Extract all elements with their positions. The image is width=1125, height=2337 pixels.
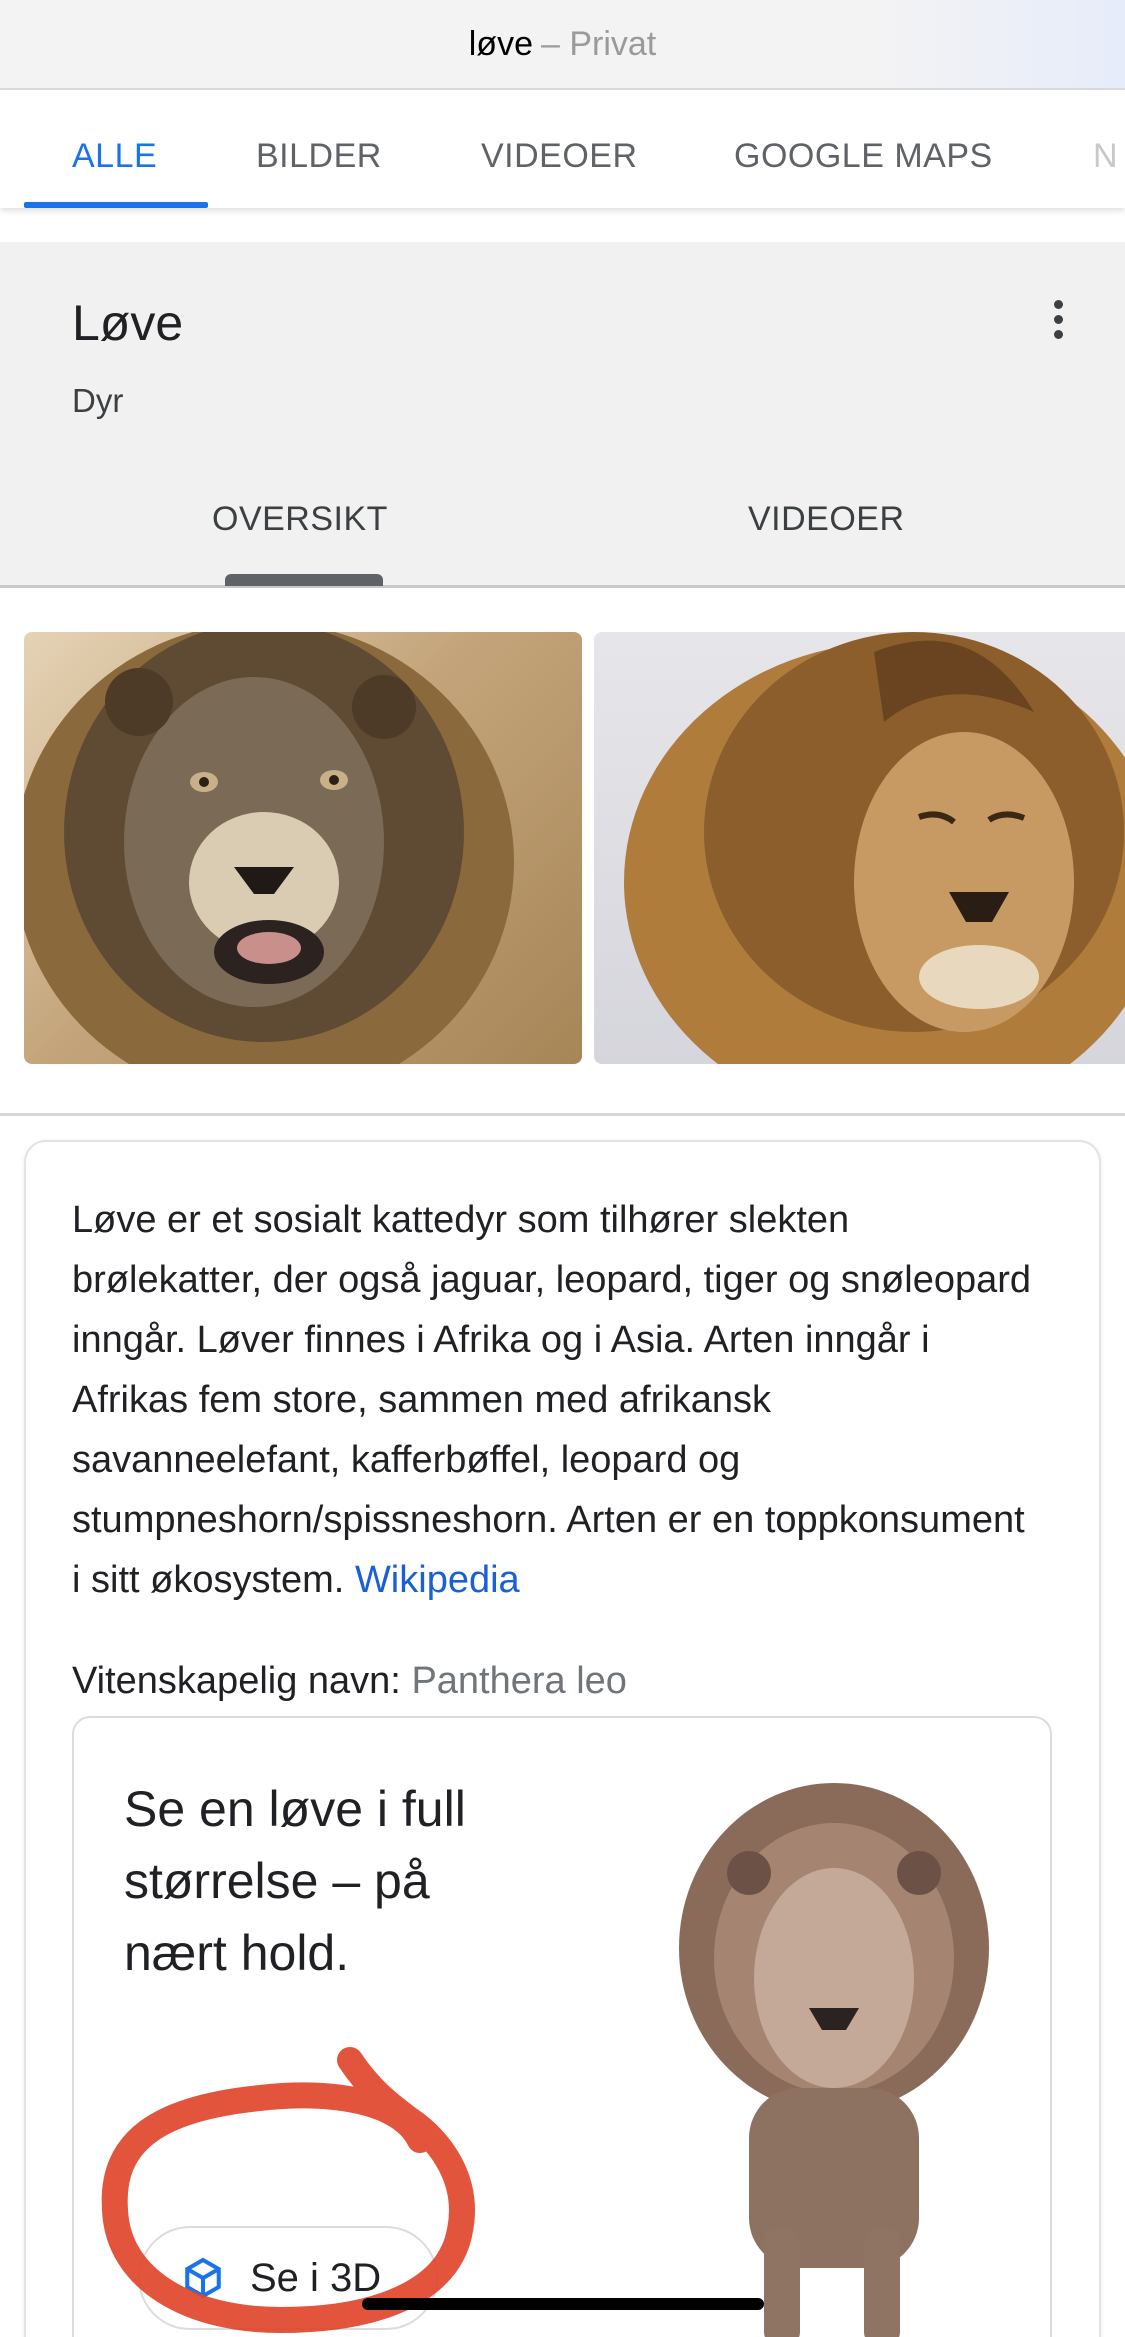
address-bar[interactable]: løve – Privat: [0, 0, 1125, 90]
description-body: Løve er et sosialt kattedyr som tilhører…: [72, 1199, 1032, 1601]
panel-tab-indicator: [225, 574, 383, 586]
scientific-name-value: Panthera leo: [411, 1660, 627, 1702]
tab-videoer[interactable]: VIDEOER: [481, 137, 638, 176]
lion-face-illustration: [24, 632, 514, 1064]
tab-oversikt[interactable]: OVERSIKT: [212, 500, 388, 539]
tab-bilder[interactable]: BILDER: [256, 137, 382, 176]
section-divider: [0, 1113, 1125, 1116]
entity-subtitle: Dyr: [72, 382, 124, 419]
tab-news-partial[interactable]: N: [1093, 137, 1118, 176]
wikipedia-link[interactable]: Wikipedia: [355, 1559, 520, 1601]
lion-image-2[interactable]: [594, 632, 1125, 1064]
home-indicator: [362, 2298, 764, 2310]
lion-3d-preview: [679, 1783, 989, 2337]
knowledge-panel-header: Løve Dyr OVERSIKT VIDEOER: [0, 242, 1125, 588]
entity-title: Løve: [72, 295, 184, 351]
more-options-icon[interactable]: [1042, 298, 1076, 342]
description-text: Løve er et sosialt kattedyr som tilhører…: [72, 1190, 1032, 1610]
tab-panel-videoer[interactable]: VIDEOER: [748, 500, 905, 539]
active-tab-indicator: [24, 202, 208, 208]
lion-face-illustration: [624, 632, 1125, 1064]
search-tabs: ALLE BILDER VIDEOER GOOGLE MAPS N: [0, 90, 1125, 208]
scientific-name-row: Vitenskapelig navn: Panthera leo: [72, 1660, 627, 1703]
address-query: løve: [468, 24, 533, 63]
lion-image-1[interactable]: [24, 632, 582, 1064]
tab-alle[interactable]: ALLE: [72, 137, 157, 176]
promo-text: Se en løve i full størrelse – på nært ho…: [124, 1781, 466, 1981]
annotation-circle: [101, 2047, 475, 2334]
scientific-name-label: Vitenskapelig navn:: [72, 1660, 401, 1702]
tab-google-maps[interactable]: GOOGLE MAPS: [734, 137, 993, 176]
private-mode-label: – Privat: [540, 24, 657, 63]
